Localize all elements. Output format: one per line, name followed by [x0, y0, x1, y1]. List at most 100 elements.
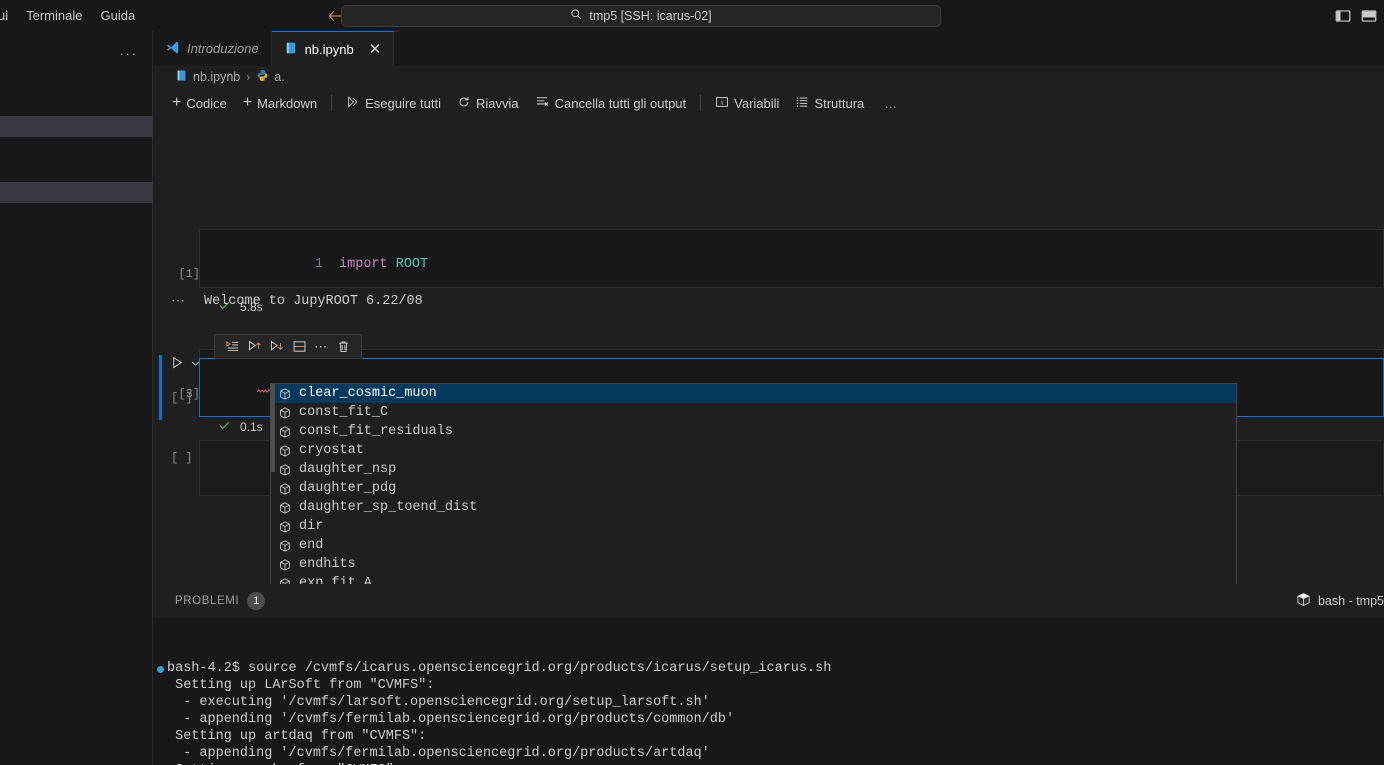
add-code-cell-button[interactable]: + Codice — [164, 93, 235, 114]
field-cube-icon — [278, 463, 292, 477]
restart-icon — [457, 95, 471, 112]
run-all-button[interactable]: Eseguire tutti — [338, 92, 449, 115]
button-label: Markdown — [257, 95, 318, 111]
terminal-line: Setting up LArSoft from "CVMFS": — [167, 677, 1384, 694]
notebook-toolbar: + Codice + Markdown Eseguire tutti Riavv… — [153, 88, 1384, 118]
autocomplete-item-label: daughter_sp_toend_dist — [299, 500, 478, 515]
layout-controls — [1334, 0, 1378, 31]
delete-cell-icon[interactable] — [336, 339, 352, 355]
terminal-line-text: Setting up artdaq from "CVMFS": — [167, 729, 427, 744]
outline-button[interactable]: Struttura — [787, 92, 872, 115]
autocomplete-item-label: cryostat — [299, 443, 364, 458]
autocomplete-item-label: daughter_nsp — [299, 462, 397, 477]
autocomplete-item-label: const_fit_residuals — [299, 424, 453, 439]
autocomplete-item[interactable]: clear_cosmic_muon — [271, 384, 1236, 403]
code-token: ROOT — [395, 257, 429, 272]
autocomplete-popup[interactable]: clear_cosmic_muon const_fit_C const_fit_re… — [270, 383, 1237, 613]
terminal-line: - appending '/cvmfs/fermilab.openscience… — [167, 745, 1384, 762]
sidebar-more-actions-icon[interactable]: ... — [120, 43, 138, 57]
cell-hover-toolbar: ⋯ — [214, 334, 362, 359]
toolbar-divider — [700, 95, 702, 111]
output-more-icon[interactable]: ⋯ — [171, 292, 187, 309]
bottom-panel: PROBLEMI 1 bash - tmp5 bash-4.2$ source … — [153, 584, 1384, 765]
toggle-primary-sidebar-icon[interactable] — [1334, 7, 1352, 25]
panel-tab-problemi[interactable]: PROBLEMI 1 — [153, 592, 266, 610]
notebook-icon — [175, 69, 188, 85]
autocomplete-item[interactable]: endhits — [271, 555, 1236, 574]
terminal-line: - appending '/cvmfs/fermilab.openscience… — [167, 711, 1384, 728]
autocomplete-scrollbar[interactable] — [271, 384, 275, 472]
terminal-line: bash-4.2$ source /cvmfs/icarus.openscien… — [157, 660, 1384, 677]
cell-duration: 0.1s — [240, 420, 263, 434]
terminal-tab[interactable]: bash - tmp5 — [1296, 592, 1384, 610]
tab-nb-ipynb[interactable]: nb.ipynb ✕ — [271, 31, 395, 66]
terminal-cube-icon — [1296, 592, 1311, 610]
sidebar-highlight-row[interactable] — [0, 116, 153, 137]
breadcrumb-symbol[interactable]: a. — [274, 70, 284, 84]
panel-tab-bar: PROBLEMI 1 bash - tmp5 — [153, 584, 1384, 618]
add-markdown-cell-button[interactable]: + Markdown — [235, 93, 325, 114]
field-cube-icon — [278, 406, 292, 420]
title-bar: ui Terminale Guida tmp5 [SSH: icarus-02] — [0, 0, 1384, 31]
autocomplete-item-label: dir — [299, 519, 324, 534]
autocomplete-item-label: endhits — [299, 557, 356, 572]
active-cell-indicator — [159, 355, 162, 420]
more-actions-icon[interactable]: ⋯ — [313, 339, 329, 355]
cell-execution-count: [1] — [178, 267, 200, 281]
variables-button[interactable]: x Variabili — [707, 92, 787, 115]
run-all-icon — [346, 95, 360, 112]
autocomplete-item-label: clear_cosmic_muon — [299, 386, 437, 401]
field-cube-icon — [278, 482, 292, 496]
run-above-cells-icon[interactable] — [246, 339, 262, 355]
breadcrumb-file[interactable]: nb.ipynb — [193, 70, 240, 84]
menu-item-guida[interactable]: Guida — [91, 4, 144, 28]
autocomplete-item-label: const_fit_C — [299, 405, 389, 420]
button-label: Variabili — [734, 95, 780, 111]
split-cell-icon[interactable] — [291, 339, 307, 355]
run-by-line-icon[interactable] — [224, 339, 240, 355]
autocomplete-list: clear_cosmic_muon const_fit_C const_fit_re… — [271, 384, 1236, 612]
autocomplete-item-label: end — [299, 538, 324, 553]
autocomplete-item[interactable]: cryostat — [271, 441, 1236, 460]
command-center-search[interactable]: tmp5 [SSH: icarus-02] — [341, 5, 941, 27]
line-number: 1 — [314, 257, 324, 272]
terminal-line-text: - executing '/cvmfs/larsoft.openscienceg… — [167, 695, 710, 710]
autocomplete-item-label: daughter_pdg — [299, 481, 397, 496]
clear-all-outputs-button[interactable]: Cancella tutti gli output — [527, 91, 695, 115]
run-cell-icon[interactable] — [170, 355, 185, 373]
menu-item-terminale[interactable]: Terminale — [17, 4, 91, 28]
autocomplete-item[interactable]: const_fit_residuals — [271, 422, 1236, 441]
toggle-panel-icon[interactable] — [1360, 7, 1378, 25]
primary-sidebar: ... — [0, 31, 153, 765]
button-label: Eseguire tutti — [365, 95, 441, 111]
cell-code-line[interactable]: 1 import ROOT — [200, 230, 1383, 293]
terminal-line-text: Setting up LArSoft from "CVMFS": — [167, 678, 435, 693]
terminal-line-text: bash-4.2$ source /cvmfs/icarus.openscien… — [167, 661, 832, 676]
restart-kernel-button[interactable]: Riavvia — [449, 92, 527, 115]
notebook-cell-1[interactable]: 1 import ROOT 5.8s — [199, 229, 1384, 314]
autocomplete-item[interactable]: const_fit_C — [271, 403, 1236, 422]
tab-introduzione[interactable]: Introduzione — [153, 31, 272, 66]
autocomplete-item[interactable]: daughter_sp_toend_dist — [271, 498, 1236, 517]
variables-icon: x — [715, 95, 729, 112]
problems-count-badge: 1 — [247, 592, 266, 610]
terminal-output[interactable]: bash-4.2$ source /cvmfs/icarus.openscien… — [153, 618, 1384, 765]
menu-item-ui[interactable]: ui — [0, 4, 17, 28]
close-icon[interactable]: ✕ — [369, 42, 382, 57]
sidebar-highlight-row[interactable] — [0, 182, 153, 203]
terminal-line: - executing '/cvmfs/larsoft.openscienceg… — [167, 694, 1384, 711]
autocomplete-item[interactable]: daughter_nsp — [271, 460, 1236, 479]
autocomplete-item[interactable]: dir — [271, 517, 1236, 536]
autocomplete-item[interactable]: end — [271, 536, 1236, 555]
run-cell-button[interactable] — [170, 355, 201, 373]
notebook-more-actions-button[interactable]: … — [872, 93, 907, 114]
field-cube-icon — [278, 520, 292, 534]
field-cube-icon — [278, 558, 292, 572]
command-marker-icon — [157, 666, 164, 673]
autocomplete-item[interactable]: daughter_pdg — [271, 479, 1236, 498]
vscode-logo-icon — [165, 40, 180, 58]
field-cube-icon — [278, 501, 292, 515]
notebook-icon — [284, 41, 298, 58]
run-below-cells-icon[interactable] — [269, 339, 285, 355]
